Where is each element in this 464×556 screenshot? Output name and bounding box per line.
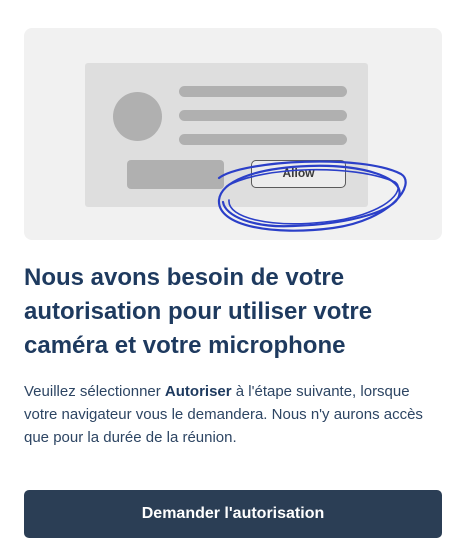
description-emphasis-autoriser: Autoriser — [164, 383, 232, 400]
permission-illustration: Allow — [24, 28, 442, 240]
mock-deny-button — [127, 160, 224, 189]
mock-text-line — [179, 134, 347, 145]
mock-text-line — [179, 110, 347, 121]
highlight-circle-scribble — [217, 160, 407, 232]
request-permission-button[interactable]: Demander l'autorisation — [24, 490, 442, 538]
description-text: Veuillez sélectionner — [24, 383, 165, 400]
mock-avatar-placeholder — [113, 92, 162, 141]
mock-text-line — [179, 86, 347, 97]
permission-description: Veuillez sélectionner Autoriser à l'étap… — [24, 380, 442, 449]
page-title: Nous avons besoin de votre autorisation … — [24, 264, 373, 359]
